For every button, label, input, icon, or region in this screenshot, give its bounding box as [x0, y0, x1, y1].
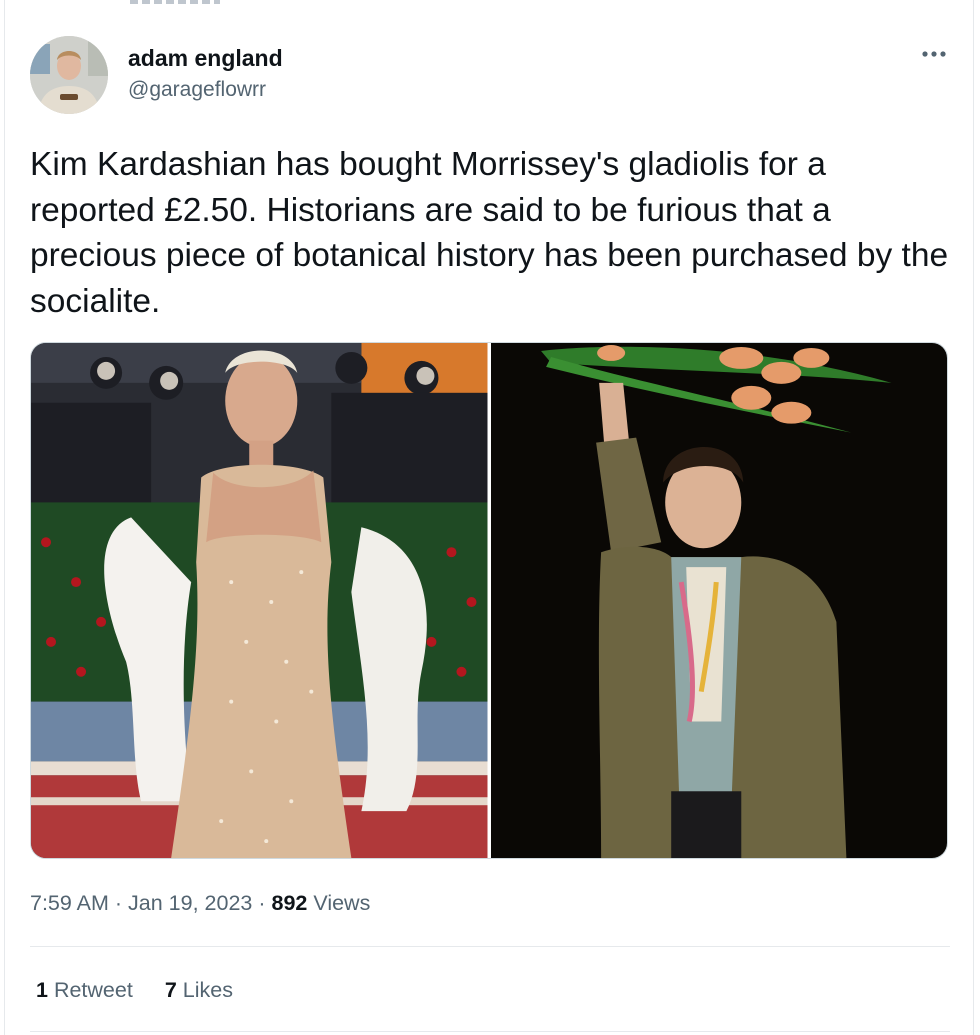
tweet-text: Kim Kardashian has bought Morrissey's gl… — [30, 146, 949, 320]
likes-stat[interactable]: 7 Likes — [165, 975, 233, 1005]
views-count: 892 — [271, 891, 308, 915]
engagement-stats: 1 Retweet 7 Likes — [36, 975, 233, 1005]
divider — [30, 1031, 950, 1032]
tweet-meta: 7:59 AM · Jan 19, 2023 · 892 Views — [30, 888, 370, 918]
divider — [30, 946, 950, 947]
author-avatar[interactable] — [30, 36, 108, 114]
likes-label: Likes — [182, 978, 233, 1002]
media-grid — [30, 342, 948, 859]
likes-count: 7 — [164, 978, 177, 1002]
photo-man-holding-gladioli-icon — [490, 343, 947, 858]
photo-woman-in-crystal-gown-icon — [31, 343, 488, 858]
meta-separator: · — [258, 891, 266, 915]
retweets-label: Retweet — [53, 978, 133, 1002]
retweets-count: 1 — [36, 978, 48, 1002]
tweet-date[interactable]: Jan 19, 2023 — [128, 891, 252, 915]
more-options-button[interactable] — [916, 40, 952, 68]
media-photo-2[interactable] — [490, 343, 947, 858]
views-label: Views — [313, 891, 371, 915]
media-photo-1[interactable] — [31, 343, 488, 858]
previous-tweet-edge — [130, 0, 220, 4]
profile-photo-icon — [30, 36, 108, 114]
author-handle[interactable]: @garageflowrr — [128, 77, 266, 103]
retweets-stat[interactable]: 1 Retweet — [36, 975, 133, 1005]
ellipsis-icon — [922, 51, 946, 57]
author-display-name[interactable]: adam england — [128, 44, 283, 72]
meta-separator: · — [114, 891, 123, 915]
tweet-time[interactable]: 7:59 AM — [30, 891, 109, 915]
